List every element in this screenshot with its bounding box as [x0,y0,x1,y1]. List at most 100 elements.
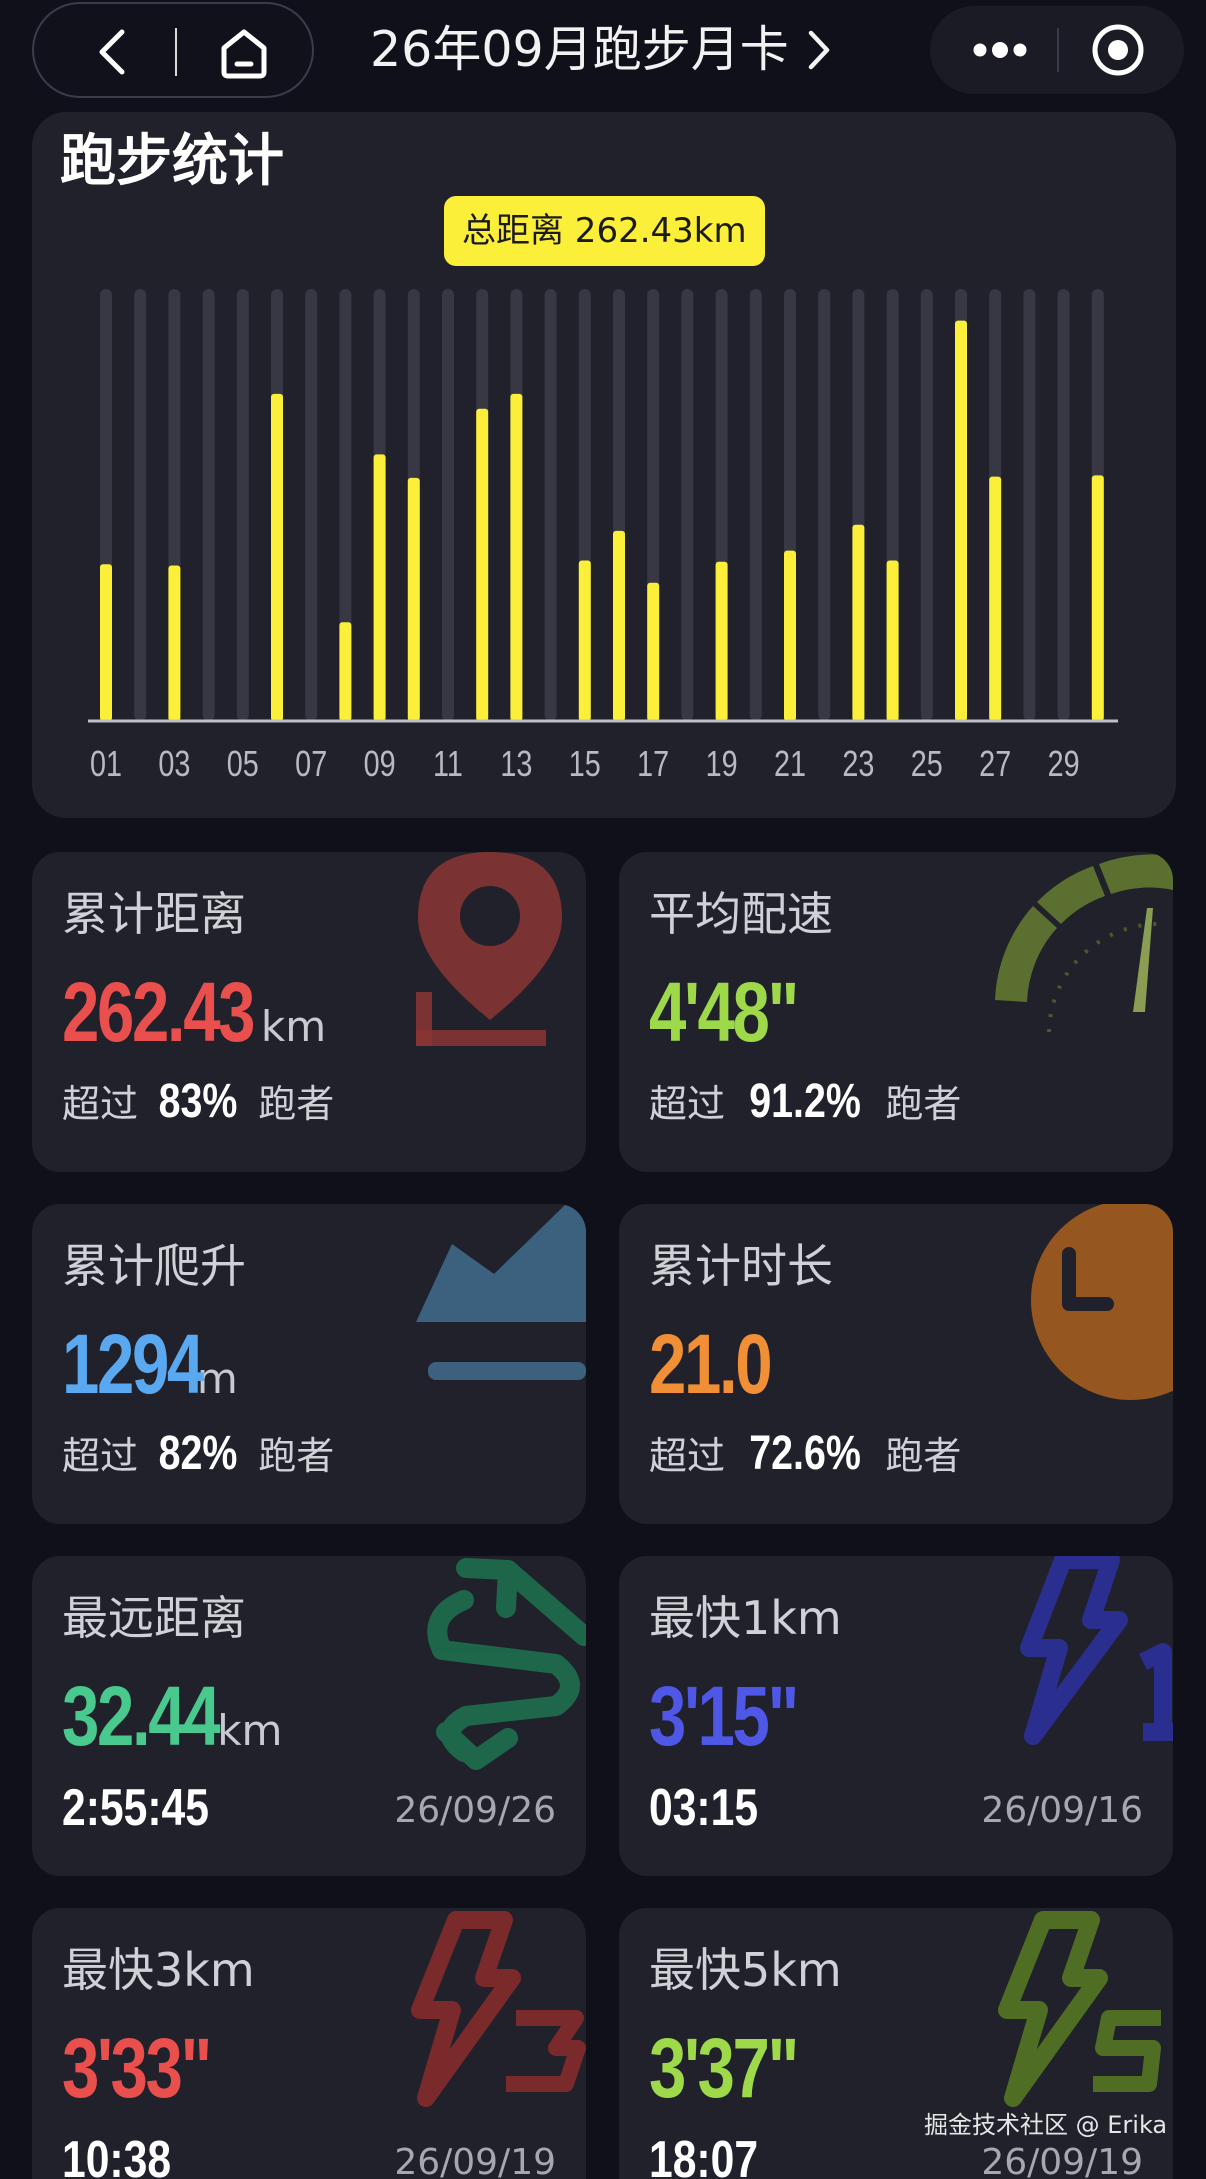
card-longest-distance[interactable]: 最远距离 32.44km 2:55:45 26/09/26 [32,1556,586,1876]
x-tick-label: 01 [90,743,122,784]
card-label: 最快5km [649,1943,842,1997]
x-tick-label: 29 [1048,743,1080,784]
rank-suffix: 跑者 [258,1434,335,1478]
card-avg-pace[interactable]: 平均配速 4'48" 超过 91.2% 跑者 [619,852,1173,1172]
record-time: 03:15 [649,1779,759,1837]
rank-prefix: 超过 [649,1434,726,1478]
bar-day-26[interactable] [955,320,967,721]
value-number: 3'37" [649,2021,799,2115]
bar-track [305,289,318,721]
bar-day-13[interactable] [510,393,523,721]
card-total-climb[interactable]: 累计爬升 1294m 超过 82% 跑者 [32,1204,586,1524]
x-tick-label: 25 [911,743,943,784]
bar-day-24[interactable] [886,560,899,721]
x-tick-label: 11 [433,743,463,784]
value-number: 1294 [62,1317,204,1411]
card-total-distance[interactable]: 累计距离 262.43 km 超过 83% 跑者 [32,852,586,1172]
rank-percent: 83% [158,1075,238,1128]
clock-icon [1031,1204,1173,1400]
card-fastest-3km[interactable]: 最快3km 3'33" 10:38 26/09/19 [32,1908,586,2179]
bar-track [818,289,831,721]
bar-track [236,289,249,721]
x-tick-label: 13 [500,743,532,784]
record-date: 26/09/19 [394,2142,556,2179]
bar-day-23[interactable] [852,524,865,721]
bar-day-19[interactable] [715,561,728,721]
lightning-3-icon [411,1911,586,2107]
lightning-5-icon [998,1911,1161,2107]
x-tick-label: 03 [158,743,190,784]
card-value: 3'37" [649,2020,834,2140]
card-value: 4'48" [649,964,834,1084]
x-tick-label: 23 [842,743,874,784]
bar-track [202,289,215,721]
bar-day-17[interactable] [647,582,660,721]
rank-text: 超过 82% 跑者 [62,1426,334,1484]
bar-day-16[interactable] [613,530,625,721]
x-tick-label: 05 [227,743,259,784]
value-unit: m [196,1354,238,1403]
speedometer-icon [995,854,1173,1033]
bar-track [134,289,147,721]
card-label: 累计距离 [62,887,246,941]
rank-percent: 72.6% [749,1427,861,1480]
value-number: 21.0 [649,1317,773,1411]
record-date: 26/09/16 [981,1790,1143,1831]
x-tick-label: 15 [569,743,601,784]
rank-text: 超过 91.2% 跑者 [649,1074,961,1132]
bar-day-03[interactable] [168,565,181,721]
daily-distance-chart[interactable]: 01 03 05 07 09 11 13 15 17 19 21 23 25 27 29 [0,0,1206,818]
value-number: 4'48" [649,965,799,1059]
bar-day-21[interactable] [784,550,796,721]
card-label: 最远距离 [62,1591,246,1645]
x-tick-label: 09 [364,743,396,784]
card-label: 最快1km [649,1591,842,1645]
bar-track [920,289,933,721]
value-unit: km [260,1002,327,1051]
card-value: 262.43 km [62,964,326,1084]
page: 26年09月跑步月卡 跑步统计 总距离 262.43km 01 03 05 07 09 1… [0,0,1206,2179]
bar-day-30[interactable] [1091,475,1104,721]
record-time: 2:55:45 [62,1779,209,1837]
rank-prefix: 超过 [62,1082,139,1126]
card-fastest-1km[interactable]: 最快1km 3'15" 03:15 26/09/16 [619,1556,1173,1876]
value-number: 262.43 [62,965,256,1059]
rank-percent: 91.2% [749,1075,861,1128]
bar-track [442,289,454,721]
bar-track [1057,289,1070,721]
value-number: 32.44 [62,1669,221,1763]
card-label: 累计爬升 [62,1239,246,1293]
record-date: 26/09/26 [394,1790,556,1831]
value-unit: km [217,1706,283,1755]
card-value: 32.44km [62,1668,282,1788]
route-icon [427,1558,586,1770]
rank-prefix: 超过 [649,1082,726,1126]
record-time: 18:07 [649,2131,759,2179]
card-label: 累计时长 [649,1239,833,1293]
rank-percent: 82% [158,1427,238,1480]
x-tick-label: 21 [774,743,806,784]
bar-day-08[interactable] [339,622,352,721]
rank-prefix: 超过 [62,1434,139,1478]
bar-day-01[interactable] [100,564,112,721]
bar-track [749,289,762,721]
card-value: 3'15" [649,1668,834,1788]
bar-day-15[interactable] [578,560,591,721]
x-tick-label: 17 [637,743,669,784]
card-label: 平均配速 [649,887,833,941]
rank-suffix: 跑者 [258,1082,335,1126]
bar-track [544,289,557,721]
bar-day-12[interactable] [476,408,489,721]
value-number: 3'15" [649,1669,799,1763]
card-total-duration[interactable]: 累计时长 21.0 超过 72.6% 跑者 [619,1204,1173,1524]
bar-track [1023,289,1036,721]
bar-day-10[interactable] [407,477,420,721]
rank-suffix: 跑者 [885,1434,962,1478]
bar-day-27[interactable] [989,476,1002,721]
bar-day-06[interactable] [271,393,283,721]
map-pin-icon [416,852,562,1046]
bar-day-09[interactable] [373,454,386,721]
watermark: 掘金技术社区 @ Erika [924,2111,1168,2139]
rank-text: 超过 72.6% 跑者 [649,1426,961,1484]
card-label: 最快3km [62,1943,255,1997]
